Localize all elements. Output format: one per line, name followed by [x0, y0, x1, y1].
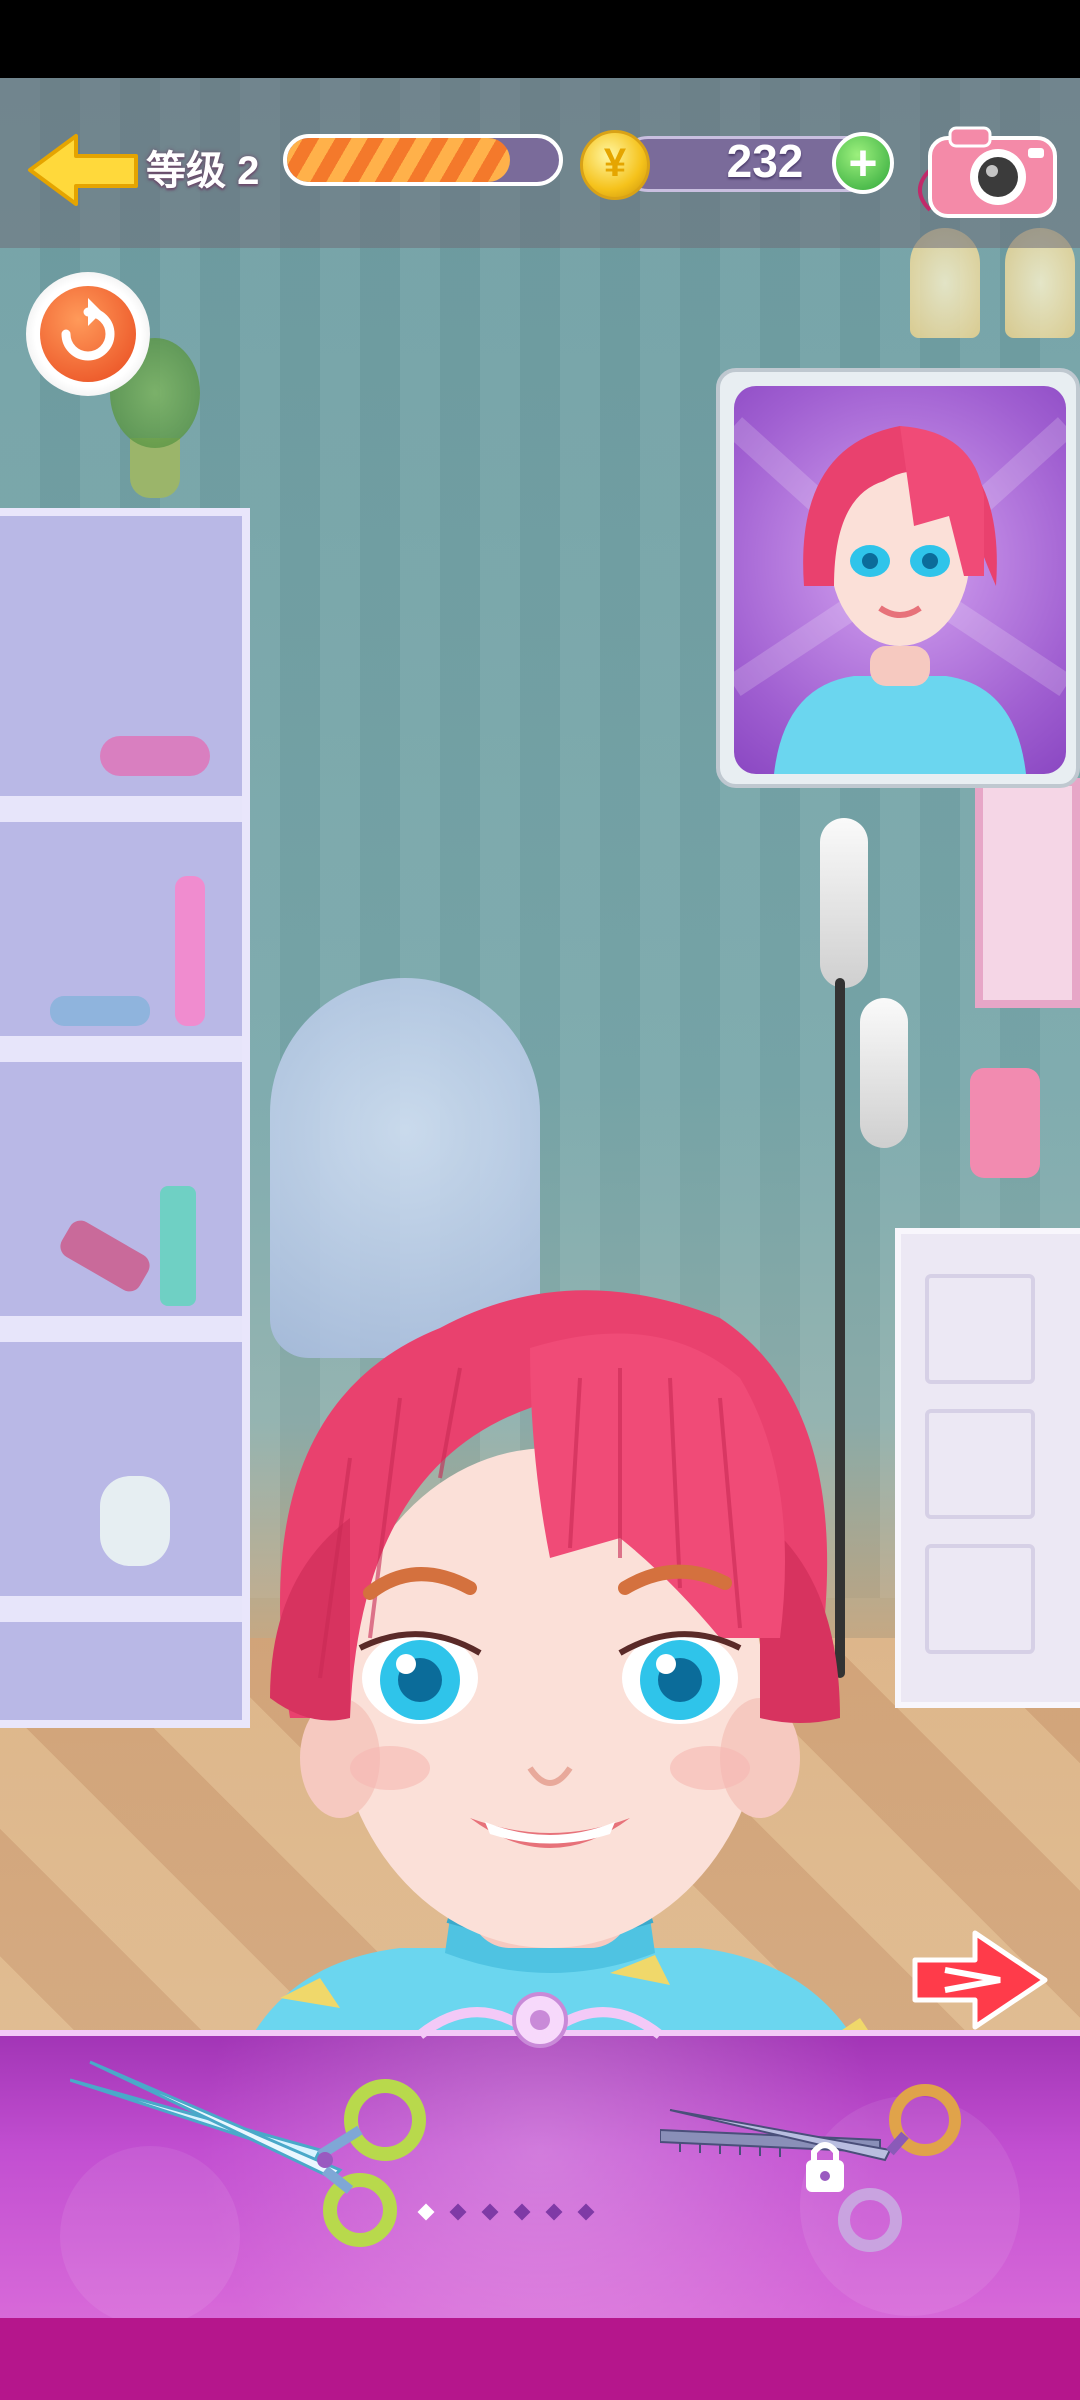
cabinet	[895, 1228, 1080, 1708]
target-hairstyle-preview	[716, 368, 1080, 788]
next-arrow-icon	[912, 1930, 1048, 2030]
next-button[interactable]	[905, 1925, 1055, 2035]
pager-dot	[417, 2203, 435, 2221]
add-coins-button[interactable]: +	[832, 132, 894, 194]
pager-dot	[449, 2203, 467, 2221]
coin-counter: 232 ¥ +	[580, 130, 900, 200]
lock-icon	[806, 2142, 844, 2192]
coin-value: 232	[726, 135, 804, 187]
bottom-strip	[0, 2318, 1080, 2400]
status-bar	[0, 0, 1080, 78]
pager-dot	[577, 2203, 595, 2221]
pager-dot	[545, 2203, 563, 2221]
reset-button[interactable]	[26, 272, 150, 396]
tool-pager	[410, 2203, 602, 2235]
pager-dot	[513, 2203, 531, 2221]
level-label: 等级 2	[146, 149, 260, 193]
yen-coin-icon: ¥	[580, 130, 650, 200]
hair-dryer	[820, 818, 868, 988]
camera-button[interactable]	[910, 120, 1060, 220]
level-progress-fill	[287, 138, 511, 182]
pager-dot	[481, 2203, 499, 2221]
reset-icon	[61, 298, 115, 361]
mirror	[975, 778, 1080, 1008]
back-arrow-icon[interactable]	[24, 130, 144, 210]
tray-ornament	[416, 1992, 664, 2048]
plus-icon: +	[848, 135, 878, 191]
camera-icon	[918, 126, 1057, 218]
level-progress-bar	[283, 134, 563, 186]
